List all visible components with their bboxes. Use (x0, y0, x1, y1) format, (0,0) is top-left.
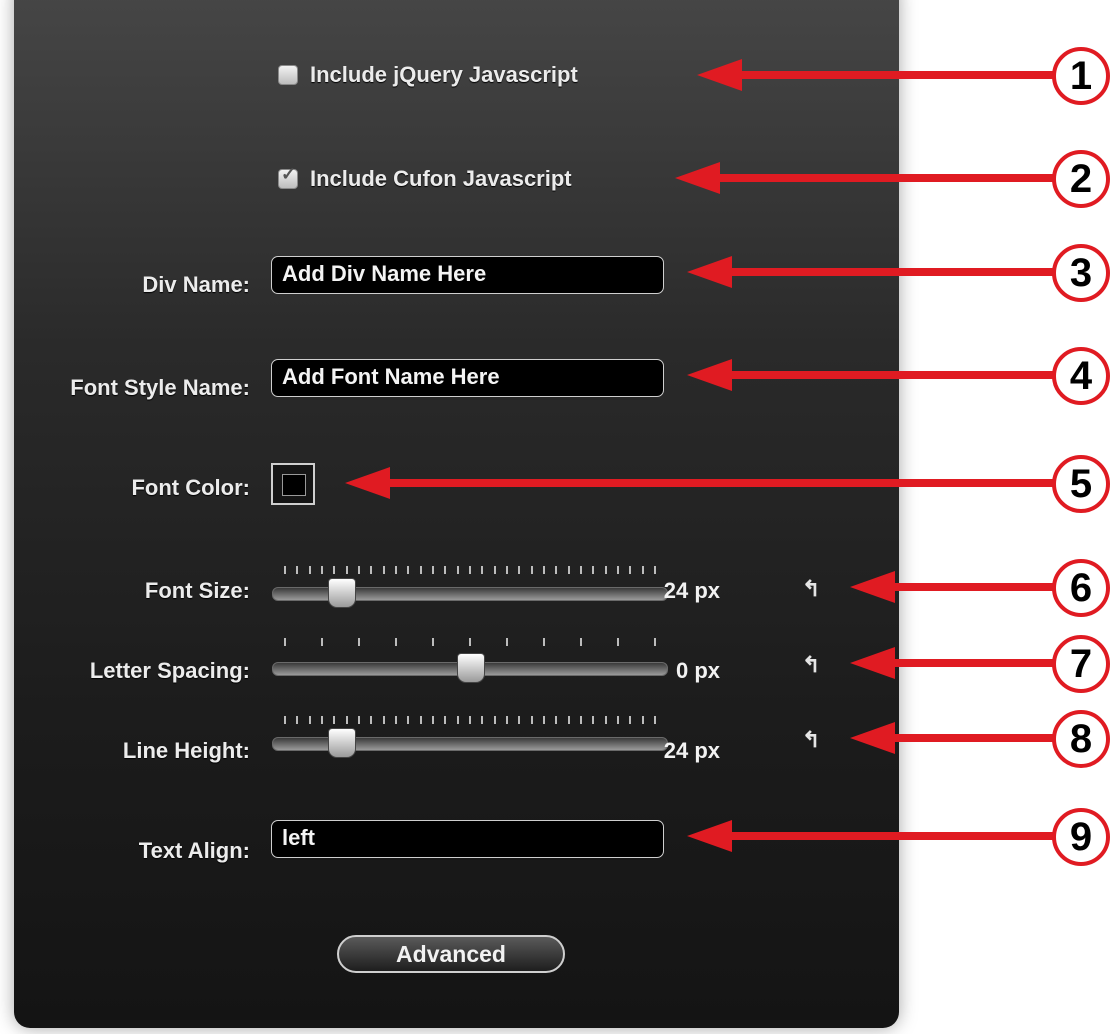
annotation-arrows (345, 59, 1055, 852)
marker-5: 5 (1052, 455, 1110, 513)
arrow-2 (675, 162, 1055, 194)
marker-8: 8 (1052, 710, 1110, 768)
arrow-4 (687, 359, 1055, 391)
arrow-1 (697, 59, 1055, 91)
arrow-9 (687, 820, 1055, 852)
arrow-3 (687, 256, 1055, 288)
marker-4: 4 (1052, 347, 1110, 405)
arrow-8 (850, 722, 1055, 754)
marker-1: 1 (1052, 47, 1110, 105)
arrow-6 (850, 571, 1055, 603)
arrow-5 (345, 467, 1055, 499)
marker-7: 7 (1052, 635, 1110, 693)
marker-3: 3 (1052, 244, 1110, 302)
marker-2: 2 (1052, 150, 1110, 208)
arrow-7 (850, 647, 1055, 679)
marker-9: 9 (1052, 808, 1110, 866)
marker-6: 6 (1052, 559, 1110, 617)
